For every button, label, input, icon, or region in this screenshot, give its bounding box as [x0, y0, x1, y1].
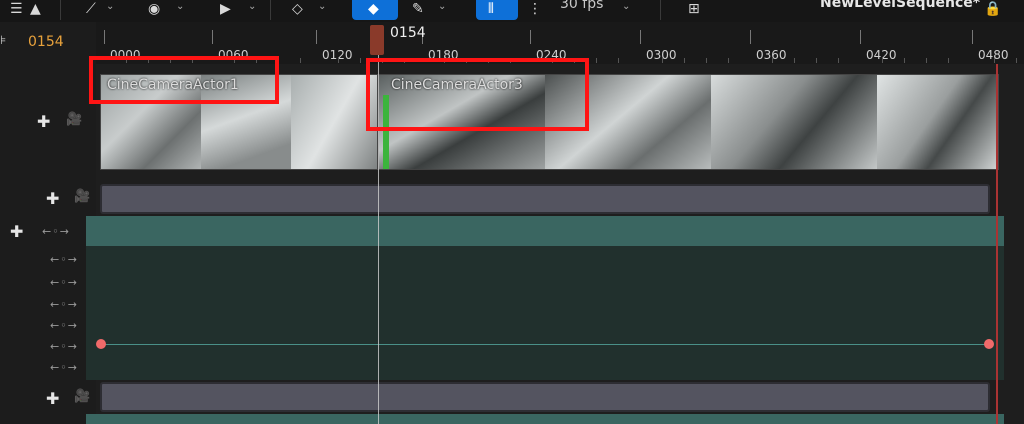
chevron-down-icon[interactable]: ⌄ — [106, 0, 114, 14]
camera-section-bar[interactable] — [100, 382, 990, 412]
toolbar-divider — [270, 0, 271, 20]
add-icon[interactable]: ✚ — [46, 389, 59, 408]
keyframe-point[interactable] — [96, 339, 106, 349]
snap-button[interactable]: ⫴ — [476, 0, 518, 20]
subtrack-area — [86, 246, 1004, 380]
ruler-tick-line — [212, 30, 213, 44]
camera-icon: 🎥 — [74, 389, 91, 404]
ruler-tick-line — [972, 30, 973, 44]
playhead-frame-label: 0154 — [390, 25, 426, 41]
sequence-title: NewLevelSequence* — [820, 0, 981, 11]
auto-key-button[interactable]: ◆ — [352, 0, 398, 20]
camera-icon: 🎥 — [66, 112, 83, 127]
ruler-minor-tick — [772, 58, 773, 63]
ruler-minor-tick — [360, 58, 361, 63]
add-icon[interactable]: ✚ — [37, 112, 50, 131]
ruler-minor-tick — [684, 58, 685, 63]
more-options-icon[interactable]: ⋮ — [528, 0, 542, 18]
keyframe-nav-icon[interactable]: ←◦→ — [50, 298, 78, 311]
chevron-down-icon[interactable]: ⌄ — [248, 0, 256, 14]
ruler-minor-tick — [838, 58, 839, 63]
chevron-down-icon[interactable]: ⌄ — [438, 0, 446, 14]
ruler-minor-tick — [882, 58, 883, 63]
chevron-down-icon[interactable]: ⌄ — [622, 0, 630, 14]
brush-icon[interactable]: ⟋ — [86, 0, 96, 18]
camera-section-bar[interactable] — [100, 184, 990, 214]
snap-icon: ⫴ — [488, 1, 494, 17]
ruler-minor-tick — [338, 58, 339, 63]
shot-thumbnail — [291, 75, 377, 169]
ruler-minor-tick — [948, 58, 949, 63]
ruler-minor-tick — [728, 58, 729, 63]
playhead-handle[interactable] — [370, 25, 384, 55]
fps-selector[interactable]: 30 fps — [560, 0, 603, 12]
ruler-minor-tick — [994, 58, 995, 63]
play-icon[interactable]: ▶ — [220, 0, 231, 18]
ruler-tick-line — [860, 30, 861, 44]
shot-thumbnail — [877, 75, 998, 169]
eye-icon[interactable]: ◉ — [148, 0, 160, 18]
toolbar-divider — [60, 0, 61, 20]
toolbar-divider — [660, 0, 661, 20]
key-interpolation-line — [101, 344, 989, 345]
ruler-minor-tick — [618, 58, 619, 63]
transform-track-row[interactable] — [86, 216, 1004, 246]
ruler-tick-line — [750, 30, 751, 44]
ruler-minor-tick — [300, 58, 301, 63]
add-icon[interactable]: ✚ — [46, 189, 59, 208]
ruler-tick-line — [640, 30, 641, 44]
add-icon[interactable]: ✚ — [10, 222, 23, 241]
add-track-icon[interactable]: ☰ — [10, 0, 23, 18]
transform-track-row[interactable] — [86, 414, 1004, 424]
chevron-down-icon[interactable]: ⌄ — [318, 0, 326, 14]
ruler-minor-tick — [794, 58, 795, 63]
lock-icon[interactable]: 🔒 — [984, 0, 1001, 18]
sequence-end-marker — [996, 64, 998, 424]
ruler-tick-line — [530, 30, 531, 44]
settings-grid-icon[interactable]: ⊞ — [688, 0, 700, 18]
keyframe-nav-icon[interactable]: ←◦→ — [50, 276, 78, 289]
keyframe-nav-icon[interactable]: ←◦→ — [42, 225, 70, 238]
keyframe-nav-icon[interactable]: ←◦→ — [50, 319, 78, 332]
camera-icon: 🎥 — [74, 189, 91, 204]
ruler-minor-tick — [904, 58, 905, 63]
frame-icon: ⊧ — [0, 33, 7, 47]
ruler-minor-tick — [1016, 58, 1017, 63]
ruler-minor-tick — [596, 58, 597, 63]
ruler-minor-tick — [926, 58, 927, 63]
ruler-minor-tick — [706, 58, 707, 63]
keyframe-nav-icon[interactable]: ←◦→ — [50, 361, 78, 374]
keyframe-icon[interactable]: ◇ — [292, 0, 303, 18]
mountain-icon[interactable]: ▲ — [30, 0, 41, 18]
keyframe-nav-icon[interactable]: ←◦→ — [50, 340, 78, 353]
sequencer-toolbar: ☰ ▲ ⟋ ⌄ ◉ ⌄ ▶ ⌄ ◇ ⌄ ◆ ✎ ⌄ ⫴ ⋮ 30 fps ⌄ ⊞… — [0, 0, 1024, 22]
ruler-tick-line — [316, 30, 317, 44]
ruler-tick-line — [104, 30, 105, 44]
keyframe-nav-icon[interactable]: ←◦→ — [50, 253, 78, 266]
highlight-box — [366, 58, 589, 131]
ruler-minor-tick — [816, 58, 817, 63]
current-frame-display[interactable]: 0154 — [28, 34, 64, 50]
key-diamond-icon: ◆ — [368, 1, 379, 17]
shot-thumbnail — [711, 75, 877, 169]
highlight-box — [89, 56, 279, 104]
chevron-down-icon[interactable]: ⌄ — [176, 0, 184, 14]
keyframe-point[interactable] — [984, 339, 994, 349]
pencil-icon[interactable]: ✎ — [412, 0, 424, 18]
ruler-minor-tick — [662, 58, 663, 63]
